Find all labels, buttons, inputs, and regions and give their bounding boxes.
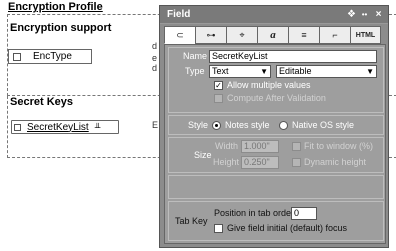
notes-style-radio[interactable] xyxy=(212,121,221,130)
editable-select[interactable]: Editable ▼ xyxy=(276,65,377,78)
tab-font[interactable]: a xyxy=(257,26,288,44)
tab-key-label: Tab Key xyxy=(175,216,208,226)
initial-focus-label: Give field initial (default) focus xyxy=(227,223,348,233)
type-select[interactable]: Text ▼ xyxy=(209,65,271,78)
control-tab-icon: ⌖ xyxy=(239,29,245,40)
checkbox-icon xyxy=(13,52,21,61)
basics-tab-icon: ⊂ xyxy=(176,29,184,40)
size-group: Size Width 1.000" Height 0.250" Fit to w… xyxy=(168,137,384,173)
allow-multiple-checkbox[interactable]: ✓ xyxy=(214,81,223,90)
fit-window-checkbox[interactable] xyxy=(292,142,301,151)
name-type-group: Name SecretKeyList Type Text ▼ Editable … xyxy=(168,47,384,113)
style-label: Style xyxy=(188,120,209,130)
tab-advanced[interactable]: ⌐ xyxy=(319,26,350,44)
notes-style-label: Notes style xyxy=(225,120,270,130)
secretkeylist-field[interactable]: SecretKeyList ╨ xyxy=(11,120,119,134)
compute-after-checkbox[interactable] xyxy=(214,94,223,103)
advanced-tab-icon: ⌐ xyxy=(332,30,338,40)
keyword-tab-icon: ⊶ xyxy=(206,29,216,40)
tab-control[interactable]: ⌖ xyxy=(226,26,257,44)
fit-window-label: Fit to window (%) xyxy=(304,141,374,151)
font-tab-icon: a xyxy=(270,29,276,41)
palette-titlebar[interactable]: Field ❖ •• × xyxy=(160,6,388,24)
empty-group xyxy=(168,175,384,199)
field-corner-icon xyxy=(14,123,21,131)
initial-focus-checkbox[interactable] xyxy=(214,224,223,233)
height-input[interactable]: 0.250" xyxy=(241,156,279,169)
allow-multiple-label: Allow multiple values xyxy=(227,80,311,90)
obscured-text: d xyxy=(152,63,158,73)
tab-order-label: Position in tab order xyxy=(214,208,295,218)
name-label: Name xyxy=(183,51,208,61)
tab-html[interactable]: HTML xyxy=(350,26,381,44)
size-label: Size xyxy=(194,150,212,160)
paragraph-tab-icon: ≡ xyxy=(301,30,307,40)
compute-after-label: Compute After Validation xyxy=(227,93,326,103)
style-group: Style Notes style Native OS style xyxy=(168,115,384,135)
secretkeylist-label: SecretKeyList xyxy=(27,121,89,133)
height-label: Height xyxy=(213,157,240,167)
menu-icon[interactable]: ❖ xyxy=(346,9,357,21)
width-input[interactable]: 1.000" xyxy=(241,140,279,153)
section-heading: Encryption support xyxy=(10,22,112,34)
native-style-radio[interactable] xyxy=(279,121,288,130)
section-heading: Secret Keys xyxy=(10,96,73,108)
tab-key-group: Tab Key Position in tab order 0 Give fie… xyxy=(168,201,384,241)
more-icon[interactable]: •• xyxy=(359,9,370,21)
html-tab-icon: HTML xyxy=(355,31,376,39)
close-icon[interactable]: × xyxy=(373,9,384,21)
enctype-label: EncType xyxy=(33,51,72,62)
name-input[interactable]: SecretKeyList xyxy=(209,50,377,63)
dynamic-height-label: Dynamic height xyxy=(304,157,367,167)
native-style-label: Native OS style xyxy=(292,120,355,130)
chevron-down-icon: ▼ xyxy=(366,67,374,76)
basics-panel: Name SecretKeyList Type Text ▼ Editable … xyxy=(164,44,386,244)
editable-select-value: Editable xyxy=(279,66,312,76)
palette-tabstrip: ⊂ ⊶ ⌖ a ≡ ⌐ HTML xyxy=(164,26,384,44)
dynamic-height-checkbox[interactable] xyxy=(292,158,301,167)
palette-title: Field xyxy=(167,9,191,20)
field-properties-palette[interactable]: Field ❖ •• × ⊂ ⊶ ⌖ a ≡ ⌐ HTML Name Secre… xyxy=(159,5,389,248)
enctype-checkbox-field[interactable]: EncType xyxy=(8,49,92,64)
obscured-text: E xyxy=(152,120,159,130)
dropdown-indicator-icon: ╨ xyxy=(94,122,101,132)
type-label: Type xyxy=(185,66,205,76)
form-title: Encryption Profile xyxy=(8,1,103,13)
tab-paragraph[interactable]: ≡ xyxy=(288,26,319,44)
tab-keywords[interactable]: ⊶ xyxy=(195,26,226,44)
obscured-text: d xyxy=(152,41,158,51)
tab-basics[interactable]: ⊂ xyxy=(164,26,195,44)
width-label: Width xyxy=(215,141,239,151)
chevron-down-icon: ▼ xyxy=(260,67,268,76)
type-select-value: Text xyxy=(212,66,229,76)
tab-order-input[interactable]: 0 xyxy=(291,207,317,220)
